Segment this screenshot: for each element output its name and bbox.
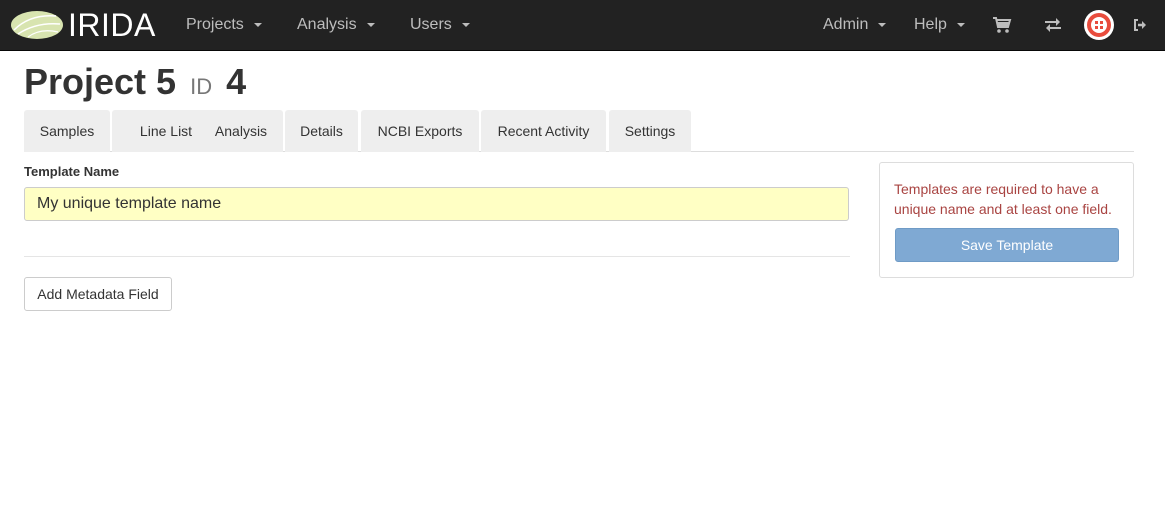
save-template-button[interactable]: Save Template	[895, 228, 1119, 262]
transfer-button[interactable]	[1043, 13, 1063, 37]
transfer-icon	[1045, 18, 1061, 32]
nav-help-label: Help	[914, 16, 947, 33]
tab-settings[interactable]: Settings	[609, 110, 691, 152]
tab-samples[interactable]: Samples	[24, 110, 110, 152]
template-requirements-panel: Templates are required to have a unique …	[879, 162, 1134, 278]
template-name-input[interactable]	[24, 187, 849, 221]
nav-projects-menu[interactable]: Projects	[186, 0, 262, 50]
id-label: ID	[190, 74, 213, 99]
tab-analysis[interactable]: Analysis	[199, 110, 283, 152]
sign-out-icon	[1134, 19, 1146, 31]
caret-down-icon	[461, 23, 470, 27]
nav-admin-label: Admin	[823, 16, 869, 33]
project-name: Project 5	[24, 61, 177, 102]
requirements-message: Templates are required to have a unique …	[894, 181, 1112, 217]
caret-down-icon	[366, 23, 375, 27]
caret-down-icon	[253, 23, 262, 27]
nav-users-menu[interactable]: Users	[410, 0, 470, 50]
irida-logo-icon	[11, 11, 63, 39]
tab-details[interactable]: Details	[285, 110, 358, 152]
nav-users-label: Users	[410, 16, 452, 33]
add-metadata-field-button[interactable]: Add Metadata Field	[24, 277, 172, 311]
form-divider	[24, 256, 850, 257]
user-avatar[interactable]	[1083, 9, 1115, 41]
nav-analysis-label: Analysis	[297, 16, 357, 33]
nav-projects-label: Projects	[186, 16, 244, 33]
tab-ncbi-exports[interactable]: NCBI Exports	[361, 110, 479, 152]
shopping-cart-icon	[993, 17, 1012, 33]
caret-down-icon	[956, 23, 965, 27]
nav-help-menu[interactable]: Help	[914, 0, 965, 50]
template-name-label: Template Name	[24, 164, 120, 179]
brand[interactable]: IRIDA	[10, 5, 156, 45]
cart-button[interactable]	[992, 13, 1012, 37]
nav-analysis-menu[interactable]: Analysis	[297, 0, 375, 50]
nav-admin-menu[interactable]: Admin	[823, 0, 887, 50]
project-id: 4	[226, 61, 247, 102]
sign-out-button[interactable]	[1132, 13, 1148, 37]
project-tabs: Samples Line List Analysis Details NCBI …	[24, 110, 1134, 152]
caret-down-icon	[878, 23, 887, 27]
tab-recent-activity[interactable]: Recent Activity	[481, 110, 606, 152]
brand-name: IRIDA	[68, 7, 156, 43]
user-avatar-icon	[1084, 10, 1114, 40]
top-navbar: IRIDA Projects Analysis Users Admin Help	[0, 0, 1165, 51]
page-title: Project 5 ID 4	[24, 60, 246, 109]
